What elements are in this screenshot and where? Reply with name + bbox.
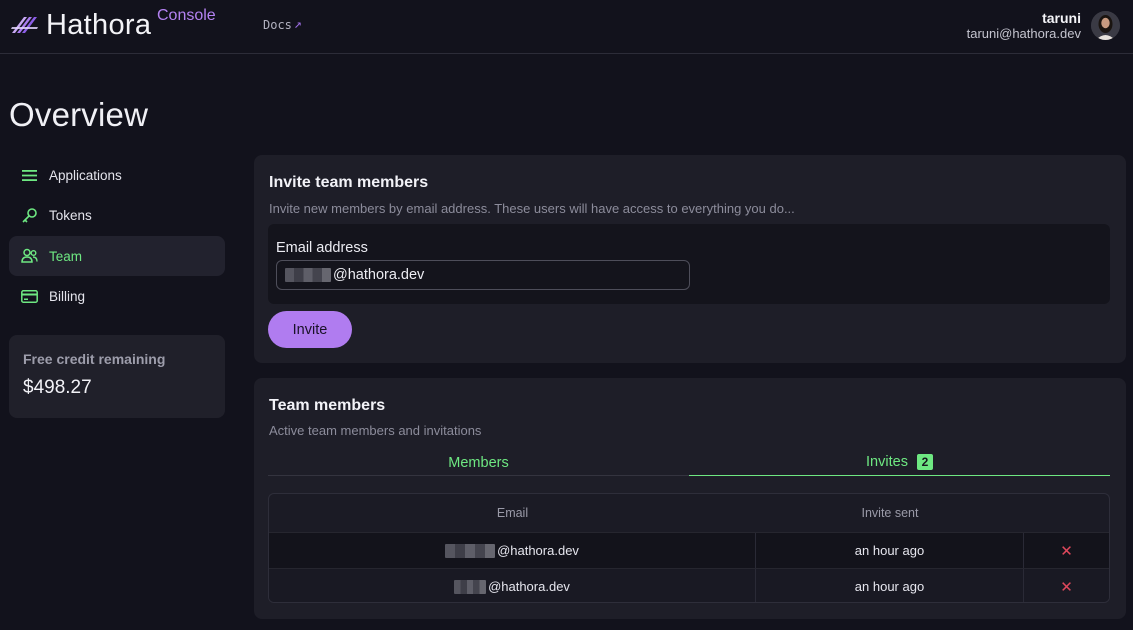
sidebar-item-applications[interactable]: Applications xyxy=(9,155,225,195)
redacted-text xyxy=(445,543,496,558)
docs-link[interactable]: Docs ↗ xyxy=(263,17,302,32)
redacted-text xyxy=(454,579,487,594)
top-bar: Hathora Console Docs ↗ taruni taruni@hat… xyxy=(0,0,1133,54)
sidebar-item-label: Applications xyxy=(49,167,122,183)
sidebar-item-team[interactable]: Team xyxy=(9,236,225,277)
invite-subtitle: Invite new members by email address. The… xyxy=(269,201,795,216)
hathora-logo[interactable]: Hathora xyxy=(10,8,151,42)
sidebar-nav: Applications Tokens Team Billing xyxy=(9,155,225,317)
column-header-invite-sent: Invite sent xyxy=(861,506,919,520)
email-field-value: @hathora.dev xyxy=(333,267,425,283)
user-email: taruni@hathora.dev xyxy=(966,26,1081,41)
invite-panel: Invite team members Invite new members b… xyxy=(254,155,1126,363)
redacted-text xyxy=(285,268,331,282)
close-icon[interactable]: ✕ xyxy=(1024,569,1109,602)
tab-label: Invites xyxy=(866,454,908,470)
email-cell: @hathora.dev xyxy=(269,569,756,602)
email-field-label: Email address xyxy=(276,240,368,256)
column-header-email: Email xyxy=(496,506,529,520)
avatar[interactable] xyxy=(1091,11,1120,40)
external-arrow-icon: ↗ xyxy=(293,17,302,32)
credit-value: $498.27 xyxy=(23,377,92,398)
avatar-image xyxy=(1091,11,1120,40)
docs-label: Docs xyxy=(263,17,292,32)
credit-label: Free credit remaining xyxy=(23,351,166,367)
invites-count-badge: 2 xyxy=(916,454,933,470)
hathora-logo-icon xyxy=(11,17,38,33)
team-title: Team members xyxy=(269,397,386,414)
sidebar-item-label: Billing xyxy=(49,289,86,305)
invite-sent-cell: an hour ago xyxy=(756,569,1024,602)
email-cell: @hathora.dev xyxy=(269,533,756,568)
tab-label: Members xyxy=(448,454,509,471)
table-row: @hathora.dev an hour ago ✕ xyxy=(269,532,1109,568)
page-title: Overview xyxy=(9,96,149,133)
email-cell-text: @hathora.dev xyxy=(488,579,570,594)
team-members-panel: Team members Active team members and inv… xyxy=(254,378,1126,619)
list-icon xyxy=(21,167,38,184)
invite-button[interactable]: Invite xyxy=(268,311,352,348)
user-name: taruni xyxy=(1042,10,1081,26)
sidebar-item-label: Tokens xyxy=(49,208,92,224)
team-tabs: Members Invites 2 xyxy=(268,449,1110,476)
tab-invites[interactable]: Invites 2 xyxy=(689,449,1110,476)
user-info: taruni taruni@hathora.dev xyxy=(967,10,1081,42)
close-icon[interactable]: ✕ xyxy=(1024,533,1109,568)
credit-card-icon xyxy=(21,288,38,305)
table-row: @hathora.dev an hour ago ✕ xyxy=(269,568,1109,602)
team-subtitle: Active team members and invitations xyxy=(269,423,482,438)
table-header: Email Invite sent xyxy=(269,494,1109,532)
logo-console-label: Console xyxy=(157,7,216,24)
tab-members[interactable]: Members xyxy=(268,449,689,476)
email-form-box: Email address @hathora.dev xyxy=(268,224,1110,304)
logo-text: Hathora xyxy=(46,8,152,41)
users-icon xyxy=(21,248,38,265)
key-icon xyxy=(21,207,38,224)
sidebar-item-tokens[interactable]: Tokens xyxy=(9,196,225,236)
email-cell-text: @hathora.dev xyxy=(497,543,579,558)
sidebar-item-billing[interactable]: Billing xyxy=(9,277,225,317)
sidebar-item-label: Team xyxy=(49,248,83,264)
email-field[interactable]: @hathora.dev xyxy=(276,260,690,290)
invites-table: Email Invite sent @hathora.dev an hour a… xyxy=(268,493,1110,603)
invite-title: Invite team members xyxy=(269,174,429,191)
free-credit-card: Free credit remaining $498.27 xyxy=(9,335,225,418)
invite-sent-cell: an hour ago xyxy=(756,533,1024,568)
